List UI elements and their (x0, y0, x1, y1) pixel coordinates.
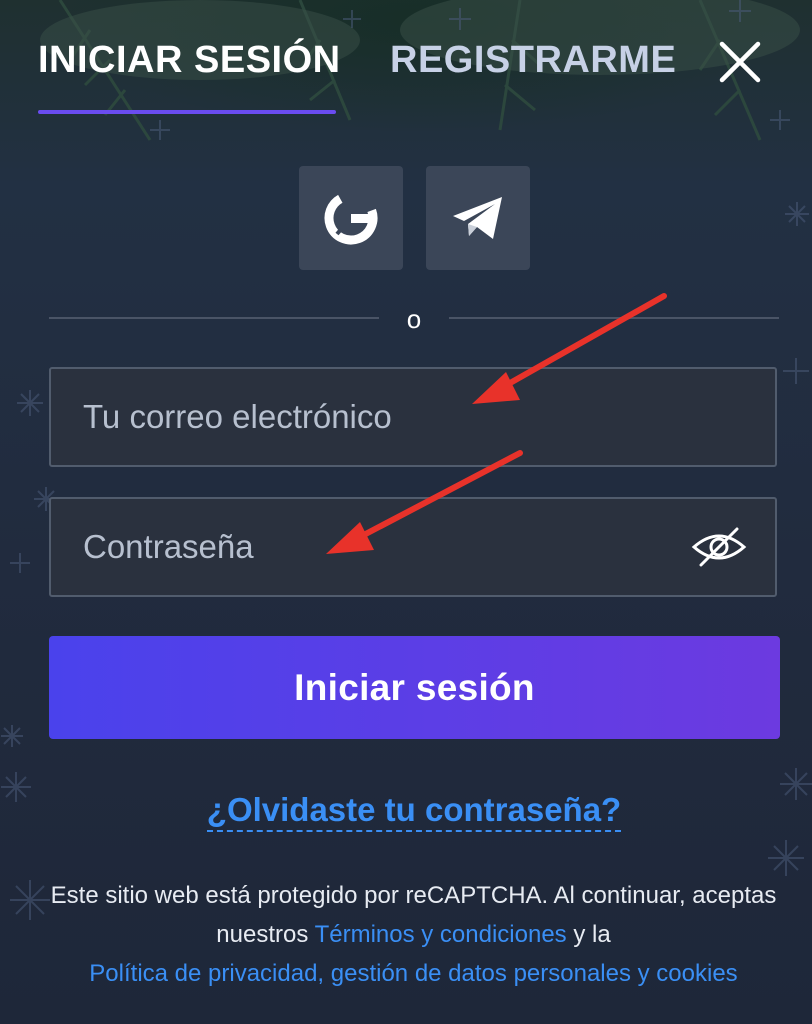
legal-text-2: y la (573, 921, 611, 948)
divider-right (449, 317, 779, 319)
terms-link[interactable]: Términos y condiciones (315, 921, 567, 948)
tab-register[interactable]: REGISTRARME (390, 36, 676, 84)
google-login-button[interactable] (299, 166, 403, 270)
close-button[interactable] (716, 38, 764, 86)
legal-notice: Este sitio web está protegido por reCAPT… (20, 876, 807, 993)
forgot-password-container: ¿Olvidaste tu contraseña? (0, 788, 812, 832)
telegram-login-button[interactable] (426, 166, 530, 270)
email-input[interactable] (83, 369, 683, 465)
google-icon (324, 191, 378, 245)
password-input[interactable] (83, 499, 683, 595)
password-field (49, 497, 777, 597)
login-modal: INICIAR SESIÓN REGISTRARME o Tu correo e… (0, 0, 812, 1024)
eye-slash-icon (691, 527, 747, 567)
forgot-password-link[interactable]: ¿Olvidaste tu contraseña? (206, 791, 622, 832)
tab-login[interactable]: INICIAR SESIÓN (38, 36, 341, 84)
divider-or-label: o (406, 304, 422, 334)
privacy-link[interactable]: Política de privacidad, gestión de datos… (89, 960, 737, 987)
divider-left (49, 317, 379, 319)
login-submit-button[interactable]: Iniciar sesión (49, 636, 780, 739)
telegram-icon (453, 197, 502, 239)
email-field (49, 367, 777, 467)
toggle-password-visibility[interactable] (689, 527, 749, 567)
active-tab-indicator (38, 110, 336, 114)
close-icon (719, 41, 761, 83)
